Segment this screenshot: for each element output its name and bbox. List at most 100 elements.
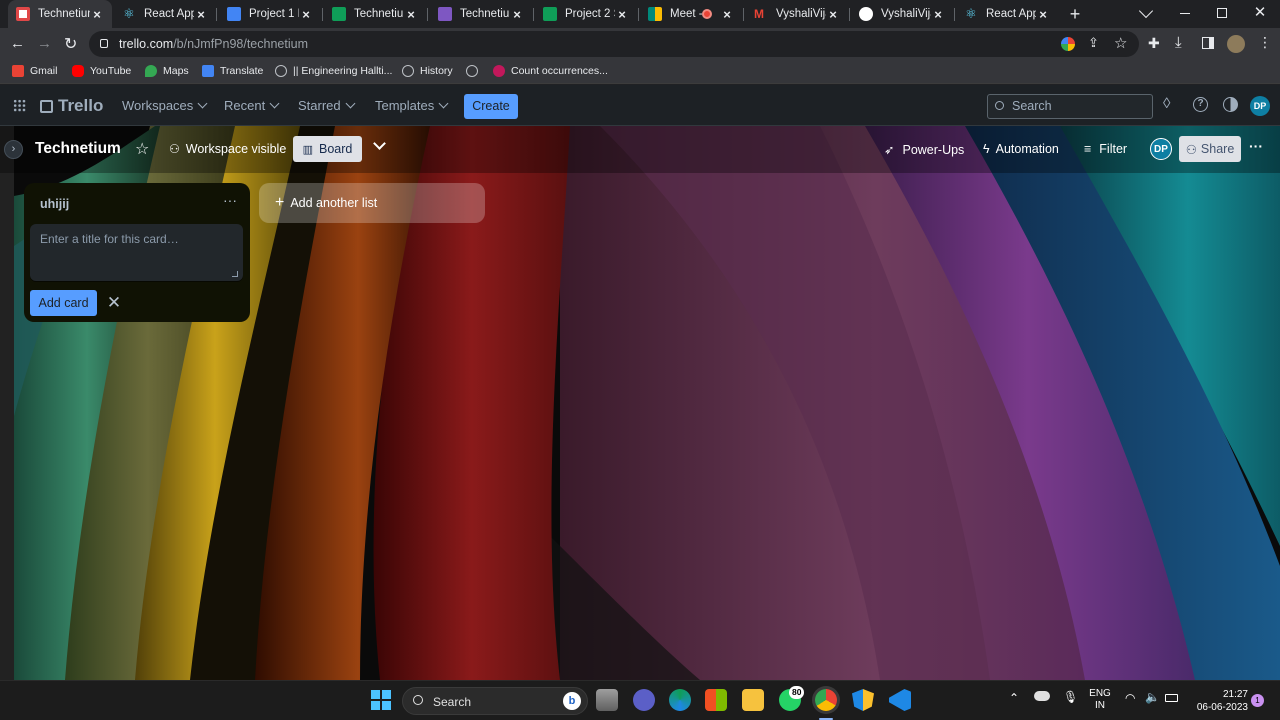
file-explorer-icon[interactable] xyxy=(742,689,764,711)
automation-button[interactable]: ϟ Automation xyxy=(983,142,1059,156)
theme-toggle-icon[interactable] xyxy=(1223,97,1238,112)
close-composer-icon[interactable]: ✕ xyxy=(106,293,122,313)
close-tab-icon[interactable]: × xyxy=(299,7,313,22)
member-avatar[interactable]: DP xyxy=(1150,138,1172,160)
tab-github[interactable]: VyshaliVijay × xyxy=(851,0,953,28)
chrome-menu-icon[interactable]: ⋮ xyxy=(1258,34,1272,51)
trello-logo-text: Trello xyxy=(58,96,104,115)
taskbar-search[interactable]: Search b xyxy=(402,687,588,715)
new-tab-button[interactable]: + xyxy=(1066,4,1084,24)
close-tab-icon[interactable]: × xyxy=(826,7,840,22)
close-tab-icon[interactable]: × xyxy=(510,7,524,22)
windows-start-icon[interactable] xyxy=(371,690,391,710)
recording-icon xyxy=(702,9,712,19)
board-title[interactable]: Technetium xyxy=(35,140,121,158)
edge-icon[interactable] xyxy=(669,689,691,711)
board-menu-button[interactable]: ··· xyxy=(1249,138,1263,154)
tab-react-app[interactable]: ⚛ React App × xyxy=(114,0,216,28)
star-icon[interactable]: ☆ xyxy=(135,139,149,159)
close-window-icon[interactable]: ✕ xyxy=(1253,5,1267,21)
tab-project-1[interactable]: Project 1 Re × xyxy=(219,0,321,28)
battery-icon[interactable] xyxy=(1165,694,1178,702)
power-ups-button[interactable]: ➶ Power-Ups xyxy=(884,142,964,158)
language-indicator[interactable]: ENG IN xyxy=(1088,688,1112,712)
notification-badge[interactable]: 1 xyxy=(1251,694,1264,707)
filter-button[interactable]: ≡ Filter xyxy=(1084,142,1127,156)
chrome-icon[interactable] xyxy=(815,689,837,711)
side-panel-icon[interactable] xyxy=(1202,37,1214,49)
close-tab-icon[interactable]: × xyxy=(90,7,104,22)
tab-technetium-sheet[interactable]: Technetium × xyxy=(324,0,426,28)
bookmark-count-occurrences[interactable]: Count occurrences... xyxy=(493,65,608,77)
close-tab-icon[interactable]: × xyxy=(720,7,734,22)
share-button[interactable]: ⚇ Share xyxy=(1179,136,1241,162)
bookmark-star-icon[interactable]: ☆ xyxy=(1114,34,1127,52)
close-tab-icon[interactable]: × xyxy=(1036,7,1050,22)
trello-logo[interactable]: Trello xyxy=(40,96,103,116)
wifi-icon[interactable]: ◠ xyxy=(1125,691,1135,705)
bookmark-history[interactable]: History xyxy=(402,65,453,77)
vscode-icon[interactable] xyxy=(889,689,911,711)
tab-project-2[interactable]: Project 2 Sl × xyxy=(535,0,637,28)
minimize-icon[interactable] xyxy=(1180,13,1190,14)
card-title-input[interactable] xyxy=(30,224,243,281)
tab-search-chevron-icon[interactable] xyxy=(1138,3,1154,19)
create-button[interactable]: Create xyxy=(464,94,518,119)
clock[interactable]: 21:27 06-06-2023 xyxy=(1186,688,1248,714)
bookmark-translate[interactable]: Translate xyxy=(202,65,263,77)
tab-technetium-form[interactable]: Technetium × xyxy=(430,0,532,28)
forward-arrow-icon[interactable]: → xyxy=(37,35,52,52)
close-tab-icon[interactable]: × xyxy=(615,7,629,22)
search-field[interactable] xyxy=(987,94,1153,119)
user-avatar[interactable]: DP xyxy=(1250,96,1270,116)
address-bar[interactable]: trello.com/b/nJmfPn98/technetium ⇪ ☆ xyxy=(89,31,1139,57)
store-icon[interactable] xyxy=(705,689,727,711)
google-lens-icon[interactable] xyxy=(1061,37,1075,51)
visibility-button[interactable]: ⚇ Workspace visible xyxy=(169,142,286,156)
bing-icon[interactable]: b xyxy=(563,692,581,710)
resize-handle-icon[interactable] xyxy=(232,271,238,277)
url-text[interactable]: trello.com/b/nJmfPn98/technetium xyxy=(119,37,308,51)
starred-menu[interactable]: Starred xyxy=(298,98,356,113)
close-tab-icon[interactable]: × xyxy=(931,7,945,22)
tab-technetium[interactable]: Technetium × xyxy=(8,0,112,28)
bookmark-globe[interactable] xyxy=(466,65,484,77)
task-view-icon[interactable] xyxy=(596,689,618,711)
share-page-icon[interactable]: ⇪ xyxy=(1088,35,1099,51)
tab-gmail[interactable]: M VyshaliVijay × xyxy=(746,0,848,28)
bookmark-engineering[interactable]: || Engineering Hallti... xyxy=(275,65,392,77)
bookmark-youtube[interactable]: YouTube xyxy=(72,65,131,77)
templates-menu[interactable]: Templates xyxy=(375,98,449,113)
add-card-button[interactable]: Add card xyxy=(30,290,97,316)
notifications-icon[interactable]: ◊ xyxy=(1163,95,1170,112)
recent-menu[interactable]: Recent xyxy=(224,98,280,113)
download-icon[interactable]: ⤓ xyxy=(1175,34,1182,51)
tab-meet[interactable]: Meet - × xyxy=(640,0,742,28)
close-tab-icon[interactable]: × xyxy=(404,7,418,22)
teams-chat-icon[interactable] xyxy=(633,689,655,711)
list-menu-button[interactable]: ··· xyxy=(223,192,237,208)
board-view-button[interactable]: ▥ Board xyxy=(293,136,362,162)
bookmark-maps[interactable]: Maps xyxy=(145,65,189,77)
microphone-icon[interactable]: 🎙 xyxy=(1063,690,1078,704)
show-hidden-icons[interactable]: ⌃ xyxy=(1009,691,1019,705)
close-tab-icon[interactable]: × xyxy=(194,7,208,22)
maximize-icon[interactable] xyxy=(1217,8,1227,18)
workspaces-menu[interactable]: Workspaces xyxy=(122,98,208,113)
views-chevron-down-icon[interactable] xyxy=(373,137,386,150)
tab-react-app-2[interactable]: ⚛ React App × xyxy=(956,0,1058,28)
bookmark-gmail[interactable]: Gmail xyxy=(12,65,57,77)
volume-icon[interactable]: 🔈 xyxy=(1145,690,1160,704)
onedrive-icon[interactable] xyxy=(1034,691,1050,701)
expand-sidebar-icon[interactable]: › xyxy=(4,140,23,159)
search-input[interactable] xyxy=(1012,99,1142,113)
app-switcher-icon[interactable] xyxy=(13,99,26,112)
security-shield-icon[interactable] xyxy=(852,689,874,711)
profile-avatar[interactable] xyxy=(1227,35,1245,53)
extensions-icon[interactable]: ✚ xyxy=(1148,35,1160,52)
reload-icon[interactable]: ↻ xyxy=(64,34,77,54)
back-arrow-icon[interactable]: ← xyxy=(10,35,25,52)
list-title[interactable]: uhijij xyxy=(40,197,69,211)
add-list-button[interactable]: + Add another list xyxy=(259,183,485,223)
help-icon[interactable]: ? xyxy=(1193,97,1208,112)
